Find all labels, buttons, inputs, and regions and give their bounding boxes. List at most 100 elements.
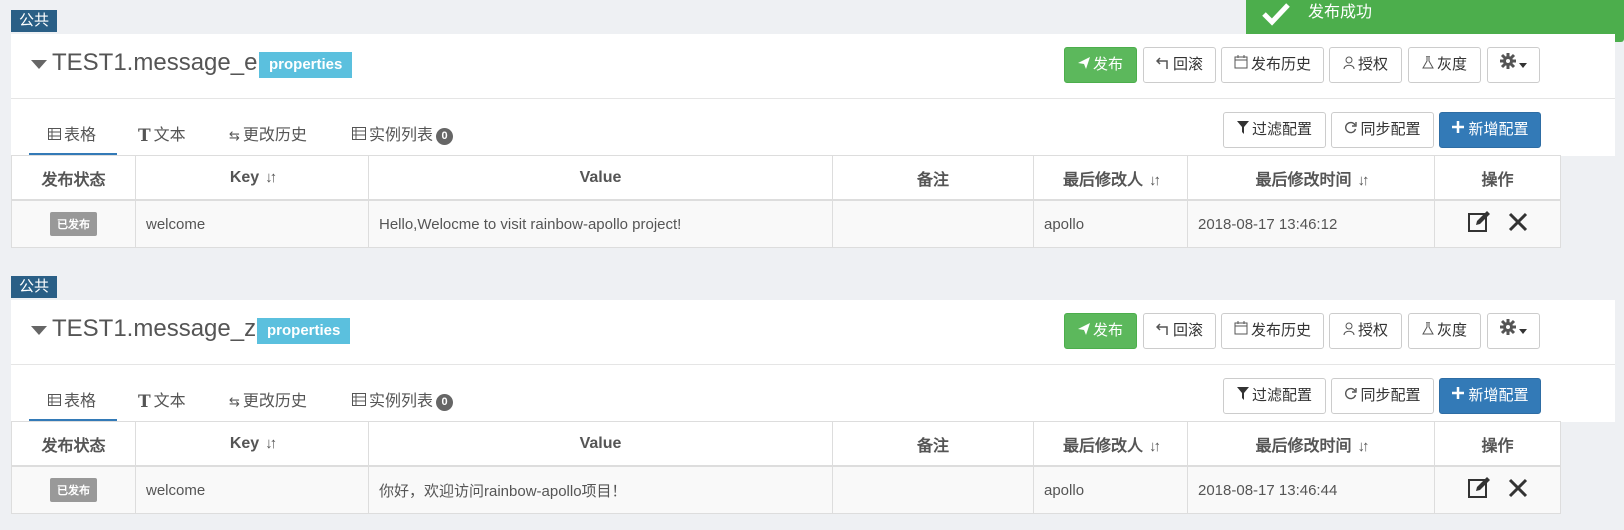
namespace-public-badge: 公共 [11,10,58,32]
add-config-button[interactable]: 新增配置 [1439,112,1541,148]
plus-icon [1451,113,1465,147]
instance-count-badge: 0 [436,393,454,411]
cell-value: 你好，欢迎访问rainbow-apollo项目！ [368,465,833,514]
paper-plane-icon [1077,314,1090,348]
namespace-public-badge: 公共 [11,276,58,298]
flask-icon [1422,314,1434,348]
table-icon [48,119,61,153]
grant-button[interactable]: 授权 [1329,313,1402,349]
gray-release-button[interactable]: 灰度 [1408,313,1481,349]
cell-modifier: apollo [1033,199,1188,248]
rollback-button[interactable]: 回滚 [1143,313,1216,349]
text-icon: T [138,126,151,146]
refresh-icon [1344,379,1358,413]
cell-time: 2018-08-17 13:46:12 [1187,199,1435,248]
namespace-panel: 公共 TEST1.message_en properties 发布 回滚 发布历… [11,10,1615,248]
cell-time: 2018-08-17 13:46:44 [1187,465,1435,514]
paper-plane-icon [1077,48,1090,82]
tab-text[interactable]: T 文本 [138,119,186,153]
delete-icon[interactable] [1508,478,1528,502]
column-header: 备注 [832,155,1034,201]
column-header: Value [368,155,833,201]
config-table: 发布状态 Key ↓↑ Value 备注 最后修改人 ↓↑ 最后修改时间 ↓↑ 操作 … [11,155,1561,248]
publish-button[interactable]: 发布 [1064,47,1137,83]
refresh-icon [1344,113,1358,147]
column-header-key[interactable]: Key ↓↑ [135,155,369,201]
sync-config-button[interactable]: 同步配置 [1331,378,1434,414]
user-icon [1343,314,1355,348]
toast-text: 发布成功 [1308,4,1373,21]
column-header: Value [368,421,833,467]
gear-icon [1500,314,1516,348]
tab-table[interactable]: 表格 [29,119,117,156]
namespace-header: TEST1.message_en properties 发布 回滚 发布历史 授… [11,34,1615,99]
collapse-caret-icon[interactable] [31,326,47,335]
tab-change-history[interactable]: ⇆ 更改历史 [229,385,307,419]
rollback-button[interactable]: 回滚 [1143,47,1216,83]
plus-icon [1451,379,1465,413]
sort-icon[interactable]: ↓↑ [265,169,277,186]
cell-comment [832,465,1034,514]
namespace-tabs: 表格 T 文本 ⇆ 更改历史 实例列表 0 过滤配置 同步配置 新增配置 [11,99,1615,156]
cell-key: welcome [135,199,369,248]
namespace-tabs: 表格 T 文本 ⇆ 更改历史 实例列表 0 过滤配置 同步配置 新增配置 [11,365,1615,422]
list-icon [352,119,366,153]
format-badge: properties [257,318,351,344]
column-header-modifier[interactable]: 最后修改人 ↓↑ [1033,421,1188,467]
instance-count-badge: 0 [436,127,454,145]
tab-change-history[interactable]: ⇆ 更改历史 [229,119,307,153]
chevron-down-icon [1519,62,1527,68]
column-header: 备注 [832,421,1034,467]
sort-icon[interactable]: ↓↑ [1358,172,1370,189]
delete-icon[interactable] [1508,212,1528,236]
config-table: 发布状态 Key ↓↑ Value 备注 最后修改人 ↓↑ 最后修改时间 ↓↑ 操作 … [11,421,1561,514]
release-history-button[interactable]: 发布历史 [1221,47,1324,83]
user-icon [1343,48,1355,82]
list-icon [352,385,366,419]
table-header-row: 发布状态 Key ↓↑ Value 备注 最后修改人 ↓↑ 最后修改时间 ↓↑ 操作 [11,155,1561,201]
edit-icon[interactable] [1467,210,1491,238]
rollback-icon [1155,48,1170,82]
column-header: 操作 [1434,155,1561,201]
add-config-button[interactable]: 新增配置 [1439,378,1541,414]
sort-icon[interactable]: ↓↑ [1358,438,1370,455]
sort-icon[interactable]: ↓↑ [1149,438,1161,455]
check-icon [1262,2,1290,35]
column-header: 操作 [1434,421,1561,467]
sync-config-button[interactable]: 同步配置 [1331,112,1434,148]
filter-config-button[interactable]: 过滤配置 [1223,378,1326,414]
release-history-button[interactable]: 发布历史 [1221,313,1324,349]
namespace-title: TEST1.message_en [52,49,271,76]
chevron-down-icon [1519,328,1527,334]
column-header-time[interactable]: 最后修改时间 ↓↑ [1187,155,1435,201]
column-header-time[interactable]: 最后修改时间 ↓↑ [1187,421,1435,467]
gear-icon [1500,48,1516,82]
gray-release-button[interactable]: 灰度 [1408,47,1481,83]
edit-icon[interactable] [1467,476,1491,504]
cell-comment [832,199,1034,248]
settings-dropdown-button[interactable] [1487,47,1540,83]
filter-icon [1236,113,1249,147]
tab-table[interactable]: 表格 [29,385,117,422]
table-row: 已发布 welcome Hello,Welocme to visit rainb… [11,199,1561,248]
tab-instances[interactable]: 实例列表 0 [352,119,454,153]
filter-config-button[interactable]: 过滤配置 [1223,112,1326,148]
tab-instances[interactable]: 实例列表 0 [352,385,454,419]
column-header-key[interactable]: Key ↓↑ [135,421,369,467]
grant-button[interactable]: 授权 [1329,47,1402,83]
tab-text[interactable]: T 文本 [138,385,186,419]
column-header-modifier[interactable]: 最后修改人 ↓↑ [1033,155,1188,201]
swap-icon: ⇆ [229,394,240,409]
table-header-row: 发布状态 Key ↓↑ Value 备注 最后修改人 ↓↑ 最后修改时间 ↓↑ 操作 [11,421,1561,467]
cell-value: Hello,Welocme to visit rainbow-apollo pr… [368,199,833,248]
cell-key: welcome [135,465,369,514]
publish-button[interactable]: 发布 [1064,313,1137,349]
status-badge: 已发布 [50,478,97,502]
namespace-title: TEST1.message_zh [52,315,270,342]
column-header: 发布状态 [11,421,136,467]
text-icon: T [138,392,151,412]
sort-icon[interactable]: ↓↑ [1149,172,1161,189]
sort-icon[interactable]: ↓↑ [265,435,277,452]
collapse-caret-icon[interactable] [31,60,47,69]
settings-dropdown-button[interactable] [1487,313,1540,349]
